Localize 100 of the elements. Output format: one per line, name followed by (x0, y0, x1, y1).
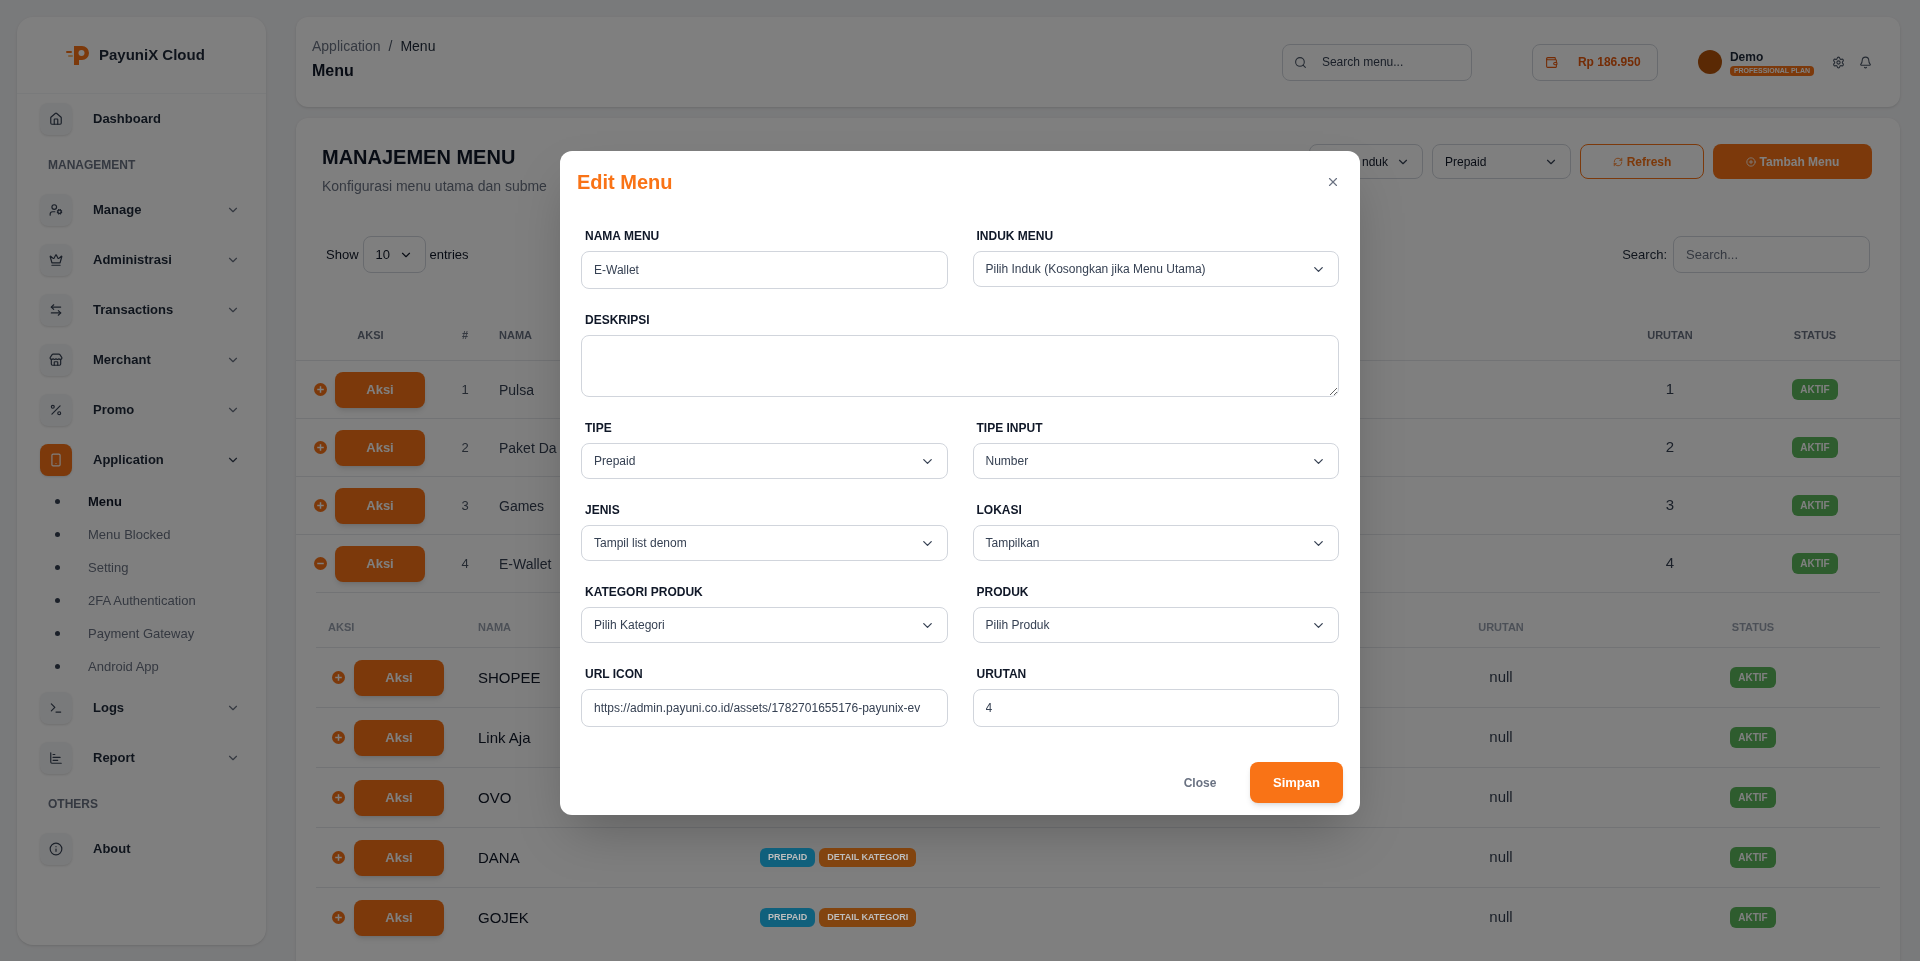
close-icon (1326, 175, 1340, 189)
status-badge: AKTIF (1730, 907, 1776, 928)
sidebar-link[interactable]: Manage (93, 200, 226, 220)
table-cell: Games (499, 497, 545, 514)
sidebar-link[interactable]: Dashboard (93, 109, 240, 129)
plus-circle-icon[interactable] (332, 731, 345, 744)
section-subtitle: Konfigurasi menu utama dan subme (322, 177, 547, 196)
table-cell: Pulsa (499, 381, 535, 398)
search-label: Search: (1622, 245, 1667, 264)
page-title: Menu (312, 60, 355, 81)
sidebar-link[interactable]: Report (93, 748, 226, 768)
input-field[interactable]: E-Wallet (581, 251, 948, 289)
table-cell-text: null (1488, 847, 1514, 868)
field-label: TIPE INPUT (975, 420, 1044, 435)
select-field[interactable]: Number (972, 443, 1339, 479)
close-text-button[interactable]: Close (1170, 762, 1230, 803)
status-badge: AKTIF (1792, 379, 1838, 400)
field-label: TIPE (584, 420, 613, 435)
submenu-link[interactable]: Android App (88, 656, 159, 677)
plus-circle-icon[interactable] (314, 499, 327, 512)
search-field[interactable]: Search menu... (1281, 43, 1472, 81)
sidebar-link[interactable]: Logs (93, 698, 226, 718)
bullet-icon (55, 499, 60, 504)
sidebar-link[interactable]: Administrasi (93, 250, 226, 270)
show-label: Show (326, 245, 359, 264)
description-field[interactable] (581, 335, 1339, 397)
input-field[interactable]: https://admin.payuni.co.id/assets/1782701655176-payunix-ev (581, 689, 948, 727)
table-cell-text: 4 (460, 554, 470, 573)
plus-circle-icon[interactable] (332, 911, 345, 924)
submenu-link[interactable]: Menu (88, 491, 122, 512)
table-cell: Link Aja (478, 728, 531, 746)
status-badge: AKTIF (1792, 553, 1838, 574)
category-tag: DETAIL KATEGORI (819, 847, 917, 868)
bullet-icon (55, 631, 60, 636)
sidebar-link[interactable]: Promo (93, 400, 226, 420)
plus-circle-icon[interactable] (314, 383, 327, 396)
table-cell-text: 3 (460, 496, 470, 515)
submenu-link[interactable]: Setting (88, 557, 129, 578)
category-tag: DETAIL KATEGORI (819, 907, 917, 928)
field-label: KATEGORI PRODUK (584, 584, 704, 599)
save-button[interactable]: Simpan (1250, 762, 1343, 803)
table-cell-text: 1 (460, 380, 470, 399)
select-field[interactable]: Pilih Kategori (581, 607, 948, 643)
column-header: URUTAN (1646, 327, 1694, 343)
field-label: LOKASI (975, 502, 1023, 517)
category-tag: PREPAID (760, 907, 816, 928)
table-cell-text: 1 (1664, 379, 1676, 400)
table-cell: DANA (478, 848, 520, 866)
sidebar-link[interactable]: Transactions (93, 300, 226, 320)
select-field[interactable]: Tampilkan (972, 525, 1339, 561)
status-badge: AKTIF (1730, 727, 1776, 748)
sidebar-link[interactable]: Application (93, 450, 226, 470)
table-cell: SHOPEE (478, 668, 541, 686)
page-size-select[interactable]: 10 (362, 236, 426, 273)
settings-icon[interactable] (1832, 55, 1845, 69)
minus-circle-icon[interactable] (314, 557, 327, 570)
select-field[interactable]: Pilih Produk (972, 607, 1339, 643)
category-tag: PREPAID (760, 847, 816, 868)
field-label: JENIS (584, 502, 621, 517)
table-search-field[interactable]: Search... (1673, 236, 1870, 273)
table-cell-text: 2 (1664, 437, 1676, 458)
submenu-link[interactable]: Menu Blocked (88, 524, 171, 545)
bell-icon[interactable] (1859, 55, 1872, 69)
select-field[interactable]: Pilih Induk (Kosongkan jika Menu Utama) (972, 251, 1339, 287)
column-header: NAMA (499, 327, 533, 343)
plus-circle-icon[interactable] (332, 851, 345, 864)
field-label: NAMA MENU (584, 228, 661, 243)
table-cell: GOJEK (478, 908, 529, 926)
filter-select[interactable]: Prepaid (1432, 144, 1571, 179)
user-name: Demo (1729, 48, 1765, 66)
column-header: STATUS (1792, 327, 1838, 343)
sidebar-link[interactable]: About (93, 839, 240, 859)
plus-circle-icon[interactable] (332, 791, 345, 804)
plus-icon (1745, 156, 1756, 167)
field-label: URUTAN (975, 666, 1028, 681)
table-cell: Paket Da (499, 439, 557, 456)
plus-circle-icon[interactable] (314, 441, 327, 454)
bullet-icon (55, 664, 60, 669)
submenu-link[interactable]: Payment Gateway (88, 623, 195, 644)
status-badge: AKTIF (1792, 495, 1838, 516)
dialog-title: Edit Menu (577, 170, 673, 195)
submenu-link[interactable]: 2FA Authentication (88, 590, 196, 611)
plus-circle-icon[interactable] (332, 671, 345, 684)
wallet-icon (1544, 55, 1558, 69)
sidebar-link[interactable]: Merchant (93, 350, 226, 370)
breadcrumb-link[interactable]: Application (312, 35, 381, 57)
table-cell-text: null (1488, 727, 1514, 748)
select-field[interactable]: Tampil list denom (581, 525, 948, 561)
status-badge: AKTIF (1792, 437, 1838, 458)
input-field[interactable]: 4 (972, 689, 1339, 727)
select-field[interactable]: Prepaid (581, 443, 948, 479)
field-label: URL ICON (584, 666, 644, 681)
status-badge: AKTIF (1730, 787, 1776, 808)
section-heading: OTHERS (48, 795, 98, 813)
field-label: PRODUK (975, 584, 1030, 599)
search-icon (1293, 55, 1307, 69)
avatar[interactable] (1697, 50, 1722, 74)
entries-label: entries (429, 245, 469, 264)
column-header: # (460, 327, 470, 343)
balance-amount: Rp 186.950 (1577, 54, 1641, 71)
